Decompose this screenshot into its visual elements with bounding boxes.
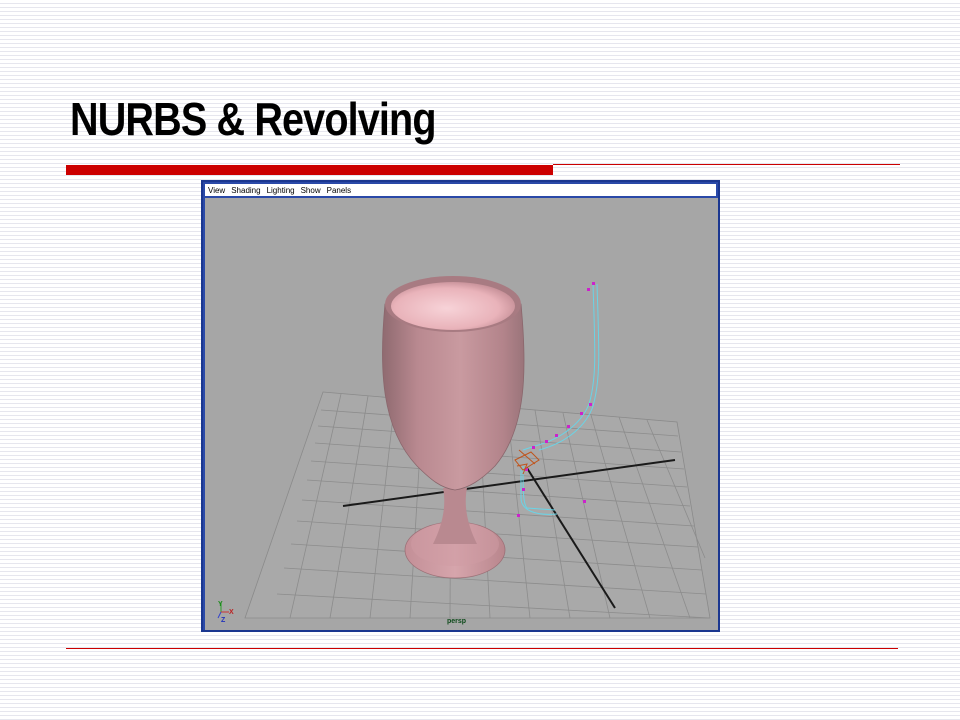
maya-viewport-panel: View Shading Lighting Show Panels Y X Z … xyxy=(201,180,720,632)
axis-x-label: X xyxy=(229,609,234,616)
menu-view[interactable]: View xyxy=(208,186,225,195)
footer-rule xyxy=(66,648,898,649)
camera-label: persp xyxy=(447,618,467,625)
menu-show[interactable]: Show xyxy=(301,186,321,195)
axis-y-label: Y xyxy=(218,601,223,608)
axis-z-label: Z xyxy=(221,617,226,624)
menu-shading[interactable]: Shading xyxy=(231,186,260,195)
perspective-view[interactable]: Y X Z persp xyxy=(205,198,718,630)
viewport-menubar: View Shading Lighting Show Panels xyxy=(205,184,716,196)
title-underline-accent xyxy=(66,165,553,175)
menu-lighting[interactable]: Lighting xyxy=(267,186,295,195)
scene-render xyxy=(217,276,711,619)
menu-panels[interactable]: Panels xyxy=(327,186,351,195)
title-underline-rule xyxy=(553,164,900,165)
slide-title: NURBS & Revolving xyxy=(70,93,437,145)
